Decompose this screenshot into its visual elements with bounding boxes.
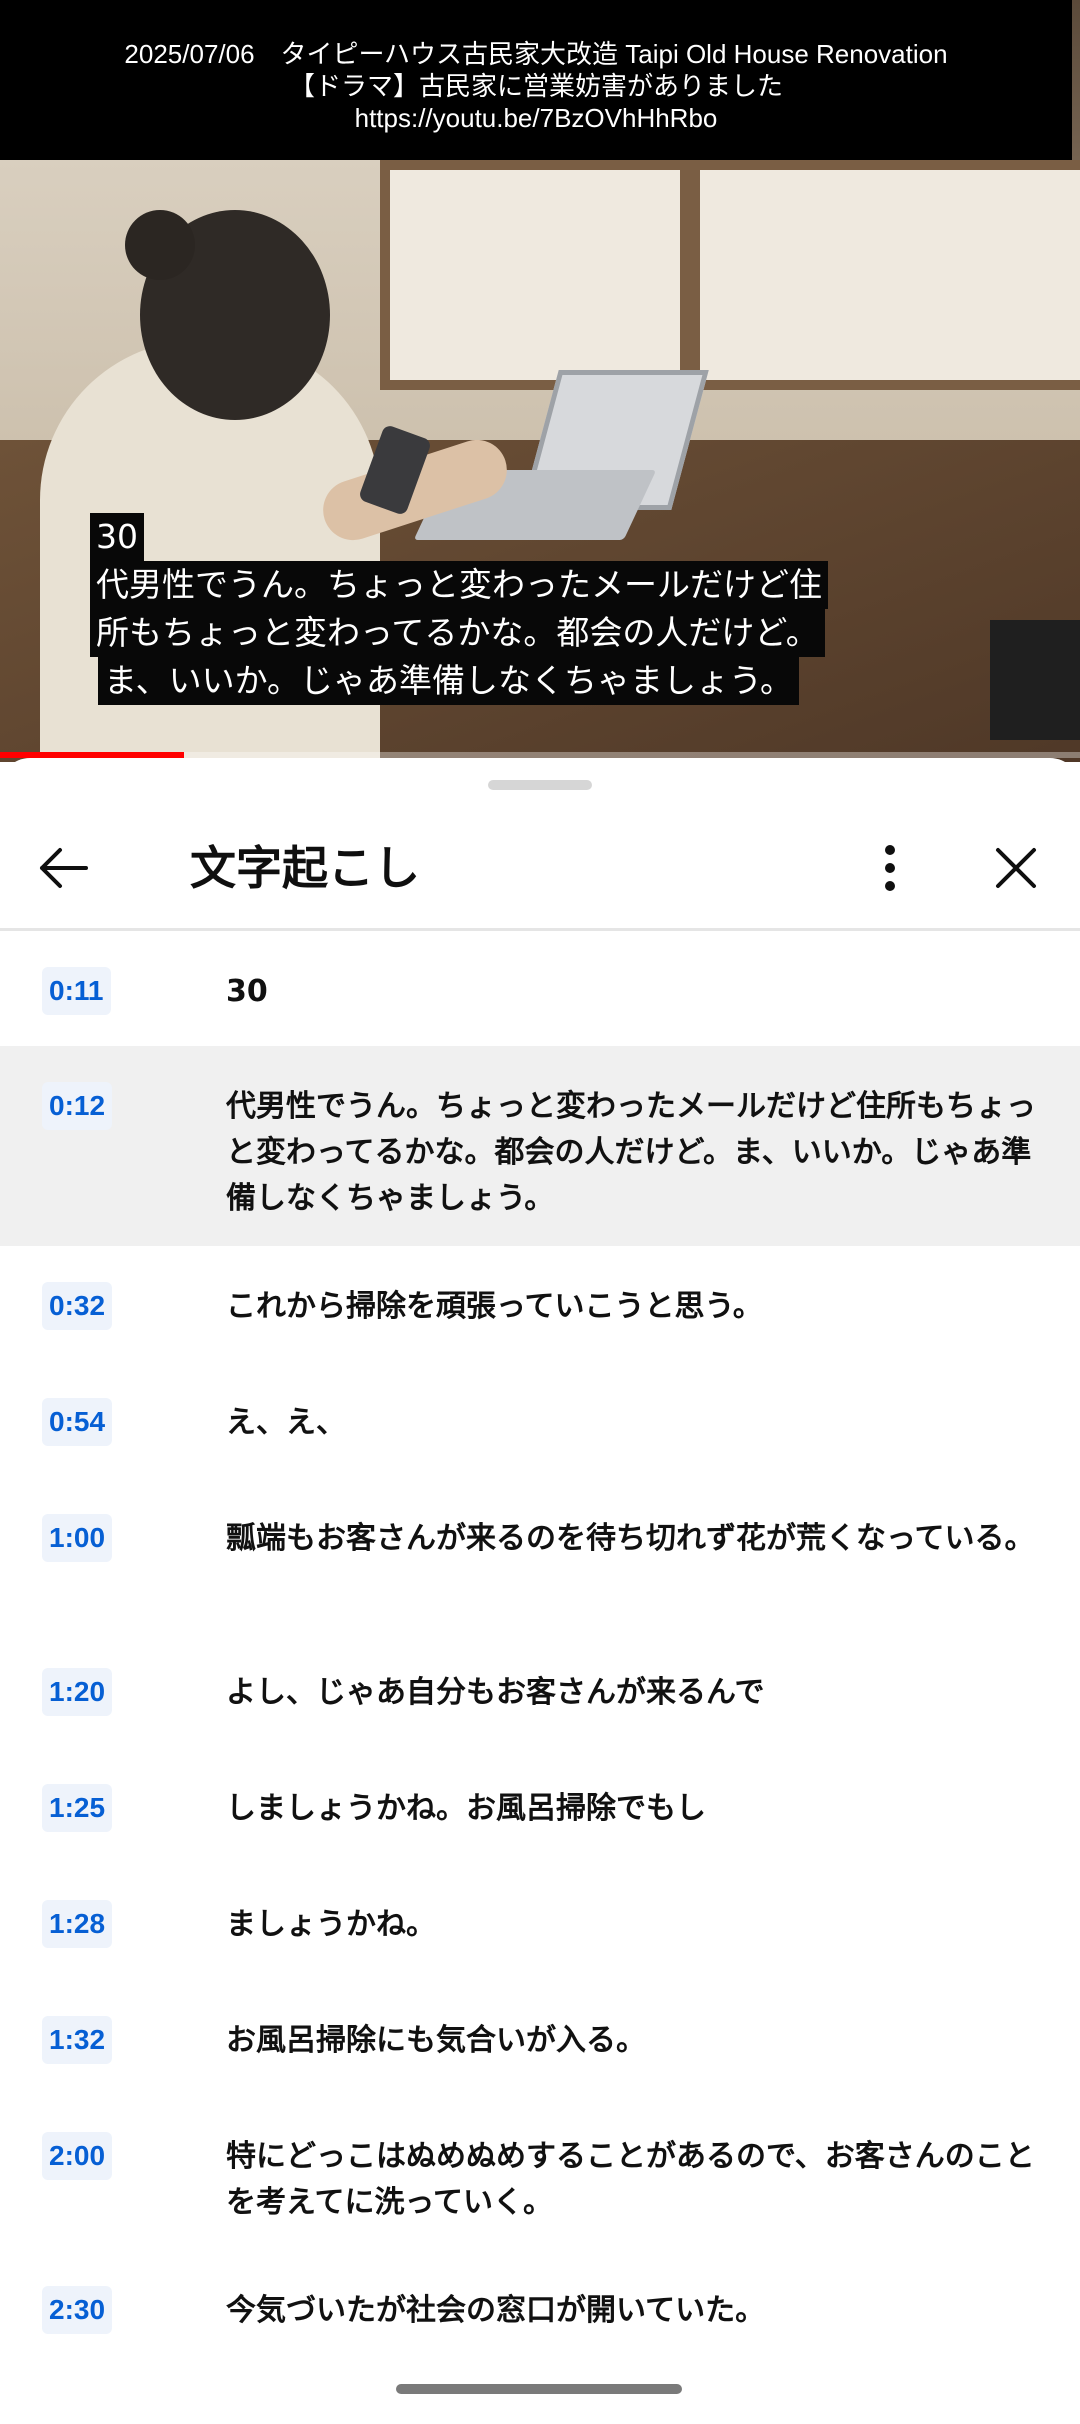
segment-text: 特にどっこはぬめぬめすることがあるので、お客さんのことを考えてに洗っていく。 (226, 2139, 1035, 2220)
segment-timestamp[interactable]: 1:28 (42, 1900, 113, 1948)
segment-text: 代男性でうん。ちょっと変わったメールだけど住所もちょっと変わってるかな。都会の人… (226, 1089, 1036, 1216)
segment-timestamp[interactable]: 0:54 (42, 1398, 113, 1446)
transcript-list: 0:11 30 0:12 代男性でうん。ちょっと変わったメールだけど住所もちょっと変わ… (0, 931, 1080, 2366)
video-frame-window (690, 160, 1080, 390)
caption-line: 所もちょっと変わってるかな。都会の人だけど。 (90, 609, 825, 657)
transcript-segment[interactable]: 1:25 しましょうかね。お風呂掃除でもし (0, 1748, 1080, 1864)
segment-timestamp[interactable]: 2:30 (42, 2286, 113, 2334)
transcript-segment[interactable]: 1:20 よし、じゃあ自分もお客さんが来るんで (0, 1632, 1080, 1748)
overlay-line-url: https://youtu.be/7BzOVhHhRbo (354, 103, 718, 133)
segment-timestamp[interactable]: 0:32 (42, 1282, 113, 1330)
segment-text: え、え、 (226, 1405, 346, 1440)
transcript-segment[interactable]: 0:12 代男性でうん。ちょっと変わったメールだけど住所もちょっと変わってるかな。… (0, 1046, 1080, 1246)
video-frame-window (380, 160, 690, 390)
caption-line: ま、いいか。じゃあ準備しなくちゃましょう。 (98, 657, 800, 705)
segment-timestamp[interactable]: 0:11 (42, 967, 111, 1015)
segment-text: 30 (226, 974, 268, 1009)
overlay-line-subtitle: 【ドラマ】古民家に営業妨害がありました (288, 71, 783, 101)
home-indicator[interactable] (396, 2384, 682, 2394)
transcript-panel: 文字起こし 0:11 30 0:12 代男性でうん。ちょっと変わったメールだけど住所も… (0, 758, 1080, 2424)
transcript-segment[interactable]: 2:00 特にどっこはぬめぬめすることがあるので、お客さんのことを考えてに洗ってい… (0, 2096, 1080, 2250)
close-button[interactable] (976, 828, 1056, 908)
video-title-overlay: 2025/07/06 タイピーハウス古民家大改造 Taipi Old House… (0, 0, 1072, 160)
segment-text: お風呂掃除にも気合いが入る。 (226, 2023, 646, 2058)
overlay-line-date-title: 2025/07/06 タイピーハウス古民家大改造 Taipi Old House… (124, 39, 948, 69)
segment-timestamp[interactable]: 1:25 (42, 1784, 113, 1832)
video-frame-hair-bun (125, 210, 195, 280)
segment-timestamp[interactable]: 1:32 (42, 2016, 113, 2064)
transcript-segment[interactable]: 0:32 これから掃除を頑張っていこうと思う。 (0, 1246, 1080, 1362)
arrow-left-icon (40, 848, 88, 888)
segment-timestamp[interactable]: 1:00 (42, 1514, 113, 1562)
panel-title: 文字起こし (190, 841, 420, 895)
video-player[interactable]: 2025/07/06 タイピーハウス古民家大改造 Taipi Old House… (0, 0, 1080, 762)
video-frame-box (990, 620, 1080, 740)
caption-line: 30 (90, 513, 144, 561)
segment-text: ましょうかね。 (226, 1907, 436, 1942)
segment-text: 今気づいたが社会の窓口が開いていた。 (226, 2293, 766, 2328)
segment-timestamp[interactable]: 0:12 (42, 1082, 113, 1130)
segment-timestamp[interactable]: 2:00 (42, 2132, 113, 2180)
more-options-button[interactable] (850, 828, 930, 908)
caption-line: 代男性でうん。ちょっと変わったメールだけど住 (90, 561, 828, 609)
close-icon (996, 848, 1036, 888)
segment-text: よし、じゃあ自分もお客さんが来るんで (226, 1675, 765, 1710)
transcript-segment[interactable]: 0:54 え、え、 (0, 1362, 1080, 1478)
back-button[interactable] (24, 828, 104, 908)
transcript-segment[interactable]: 1:32 お風呂掃除にも気合いが入る。 (0, 1980, 1080, 2096)
transcript-segment[interactable]: 1:00 瓢端もお客さんが来るのを待ち切れず花が荒くなっている。 (0, 1478, 1080, 1632)
transcript-segment[interactable]: 1:28 ましょうかね。 (0, 1864, 1080, 1980)
transcript-segment[interactable]: 0:11 30 (0, 931, 1080, 1046)
panel-drag-handle[interactable] (488, 780, 592, 790)
segment-text: しましょうかね。お風呂掃除でもし (226, 1791, 706, 1826)
panel-header: 文字起こし (0, 808, 1080, 931)
segment-text: これから掃除を頑張っていこうと思う。 (226, 1289, 763, 1324)
segment-timestamp[interactable]: 1:20 (42, 1668, 113, 1716)
more-vert-icon (885, 845, 895, 891)
segment-text: 瓢端もお客さんが来るのを待ち切れず花が荒くなっている。 (226, 1521, 1035, 1556)
closed-caption: 30 代男性でうん。ちょっと変わったメールだけど住 所もちょっと変わってるかな。… (90, 513, 828, 705)
transcript-segment[interactable]: 2:30 今気づいたが社会の窓口が開いていた。 (0, 2250, 1080, 2366)
